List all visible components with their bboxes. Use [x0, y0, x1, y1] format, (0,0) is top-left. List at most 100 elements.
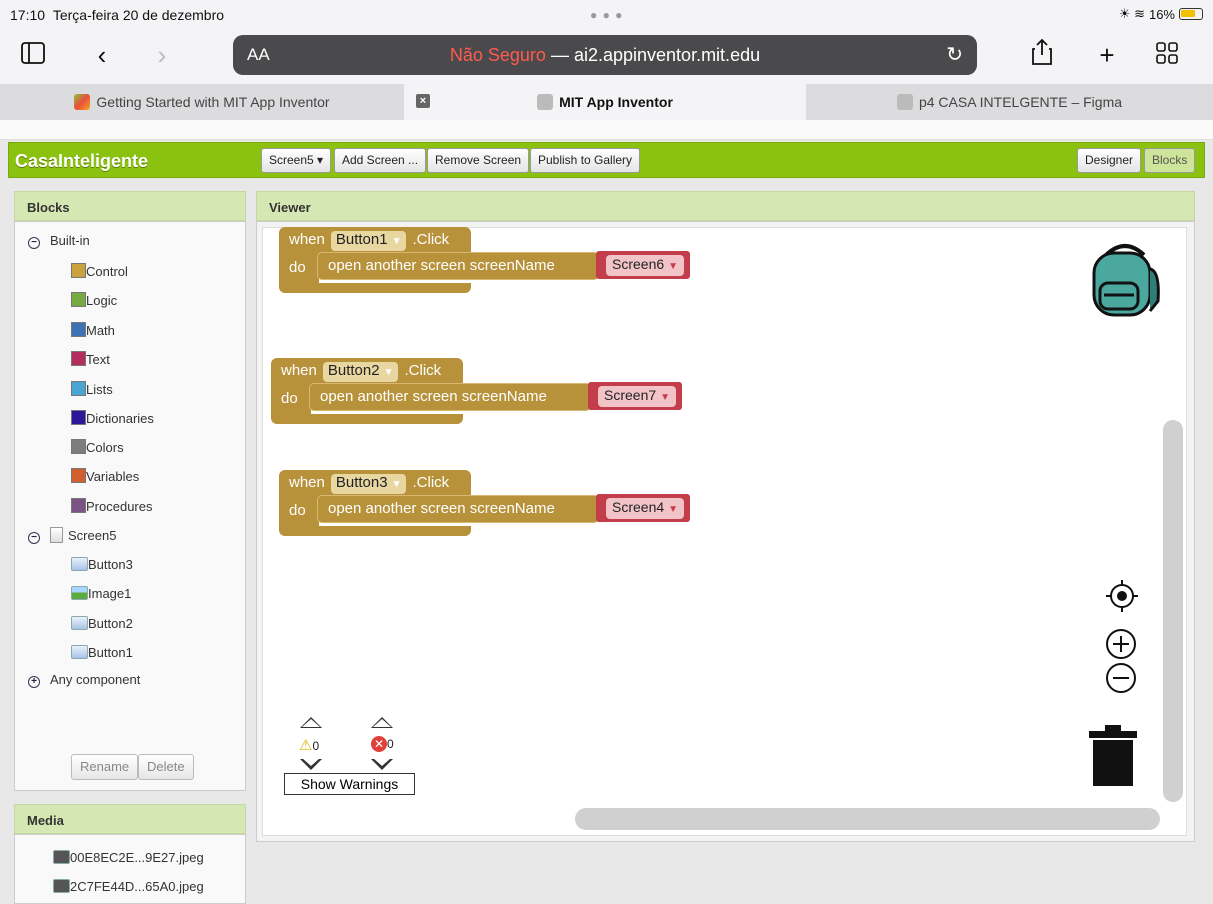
- block-category-control[interactable]: Control: [71, 262, 128, 282]
- open-another-screen-block[interactable]: open another screen screenName: [317, 252, 599, 280]
- procedures-swatch-icon: [71, 498, 86, 513]
- vertical-scrollbar[interactable]: [1163, 420, 1183, 802]
- status-bar: 17:10 Terça-feira 20 de dezembro ● ● ● ☀…: [0, 0, 1213, 30]
- tab-getting-started[interactable]: Getting Started with MIT App Inventor: [0, 84, 404, 120]
- tab-mit-app-inventor[interactable]: × MIT App Inventor: [404, 84, 806, 120]
- prev-error-icon[interactable]: [371, 717, 393, 728]
- tab-figma[interactable]: p4 CASA INTELGENTE – Figma: [806, 84, 1213, 120]
- error-counter: ✕ 0: [371, 736, 394, 752]
- status-right: ☀ ≋ 16%: [1119, 6, 1203, 22]
- button-icon: [71, 557, 88, 571]
- do-label: do: [279, 253, 319, 283]
- screen-name-block[interactable]: Screen6 ▼: [596, 251, 691, 279]
- event-header: when Button1 ▼ .Click: [279, 227, 471, 253]
- next-error-icon[interactable]: [371, 758, 393, 770]
- zoom-out-icon[interactable]: [1104, 661, 1138, 700]
- component-dropdown[interactable]: Button1 ▼: [330, 231, 407, 251]
- block-category-lists[interactable]: Lists: [71, 380, 113, 400]
- wifi-icon: ☀ ≋: [1118, 6, 1145, 21]
- media-file[interactable]: 00E8EC2E...9E27.jpeg: [53, 848, 204, 868]
- blocks-panel-header: Blocks: [14, 191, 246, 221]
- block-category-math[interactable]: Math: [71, 321, 115, 341]
- share-icon[interactable]: [1025, 38, 1059, 72]
- forward-icon[interactable]: ›: [145, 38, 179, 72]
- warning-counter: ⚠0: [299, 737, 320, 754]
- address-bar[interactable]: AA Não Seguro — ai2.appinventor.mit.edu …: [233, 35, 977, 75]
- block-category-colors[interactable]: Colors: [71, 438, 124, 458]
- show-warnings-button[interactable]: Show Warnings: [284, 773, 415, 795]
- math-swatch-icon: [71, 322, 86, 337]
- event-header: when Button2 ▼ .Click: [271, 358, 463, 384]
- screen-name-block[interactable]: Screen7 ▼: [588, 382, 683, 410]
- block-category-variables[interactable]: Variables: [71, 467, 139, 487]
- expand-icon[interactable]: +: [28, 676, 40, 688]
- browser-toolbar: ‹ › AA Não Seguro — ai2.appinventor.mit.…: [0, 30, 1213, 84]
- battery-percent: 16%: [1148, 6, 1175, 22]
- screen-dropdown[interactable]: Screen6 ▼: [606, 255, 685, 276]
- component-image1[interactable]: Image1: [71, 584, 131, 604]
- image-file-icon: [53, 850, 70, 864]
- event-footer: [271, 414, 463, 424]
- f-favicon-icon: [896, 94, 913, 110]
- any-component-node[interactable]: + Any component: [28, 670, 140, 690]
- block-category-text[interactable]: Text: [71, 350, 110, 370]
- block-category-dictionaries[interactable]: Dictionaries: [71, 409, 154, 429]
- multitask-dots-icon[interactable]: ● ● ●: [590, 8, 623, 22]
- screen-name-block[interactable]: Screen4 ▼: [596, 494, 691, 522]
- back-icon[interactable]: ‹: [85, 38, 119, 72]
- component-button1[interactable]: Button1: [71, 643, 133, 663]
- delete-button[interactable]: Delete: [138, 754, 194, 780]
- app-inventor-favicon-icon: [74, 94, 91, 110]
- component-button3[interactable]: Button3: [71, 555, 133, 575]
- recenter-icon[interactable]: [1105, 579, 1139, 618]
- next-warning-icon[interactable]: [300, 758, 322, 770]
- prev-warning-icon[interactable]: [300, 717, 322, 728]
- screen-node[interactable]: − Screen5: [28, 526, 116, 546]
- screen-dropdown[interactable]: Screen7 ▼: [598, 386, 677, 407]
- error-icon: ✕: [371, 736, 387, 752]
- builtin-node[interactable]: − Built-in: [28, 231, 90, 251]
- horizontal-scrollbar[interactable]: [575, 808, 1160, 830]
- image-file-icon: [53, 879, 70, 893]
- close-tab-icon[interactable]: ×: [416, 94, 430, 108]
- app-inventor-bar: CasaInteligente Screen5 ▾ Add Screen ...…: [8, 142, 1205, 178]
- blocks-button[interactable]: Blocks: [1144, 148, 1196, 173]
- event-footer: [279, 526, 471, 536]
- screen-selector[interactable]: Screen5 ▾: [261, 148, 332, 173]
- add-screen-button[interactable]: Add Screen ...: [334, 148, 427, 173]
- sidebar-icon[interactable]: [16, 38, 50, 72]
- block-category-procedures[interactable]: Procedures: [71, 497, 152, 517]
- publish-gallery-button[interactable]: Publish to Gallery: [530, 148, 641, 173]
- variables-swatch-icon: [71, 468, 86, 483]
- screen-dropdown[interactable]: Screen4 ▼: [606, 498, 685, 519]
- page-top-strip: [0, 120, 1213, 140]
- button-icon: [71, 645, 88, 659]
- component-dropdown[interactable]: Button3 ▼: [330, 474, 407, 494]
- battery-icon: [1179, 8, 1203, 20]
- component-button2[interactable]: Button2: [71, 614, 133, 634]
- tab-overview-icon[interactable]: [1150, 38, 1184, 72]
- text-swatch-icon: [71, 351, 86, 366]
- open-another-screen-block[interactable]: open another screen screenName: [309, 383, 591, 411]
- event-footer: [279, 283, 471, 293]
- component-dropdown[interactable]: Button2 ▼: [322, 362, 399, 382]
- collapse-icon[interactable]: −: [28, 237, 40, 249]
- new-tab-icon[interactable]: +: [1090, 38, 1124, 72]
- colors-swatch-icon: [71, 439, 86, 454]
- control-swatch-icon: [71, 263, 86, 278]
- viewer-panel-header: Viewer: [256, 191, 1195, 221]
- media-file[interactable]: 2C7FE44D...65A0.jpeg: [53, 877, 204, 897]
- dictionaries-swatch-icon: [71, 410, 86, 425]
- button-icon: [71, 616, 88, 630]
- collapse-icon[interactable]: −: [28, 532, 40, 544]
- trash-icon[interactable]: [1089, 725, 1137, 792]
- block-category-logic[interactable]: Logic: [71, 291, 117, 311]
- rename-button[interactable]: Rename: [71, 754, 139, 780]
- project-name: CasaInteligente: [15, 151, 149, 171]
- backpack-icon[interactable]: [1088, 241, 1162, 322]
- reload-icon[interactable]: ↻: [946, 42, 963, 67]
- event-header: when Button3 ▼ .Click: [279, 470, 471, 496]
- remove-screen-button[interactable]: Remove Screen: [427, 148, 530, 173]
- designer-button[interactable]: Designer: [1077, 148, 1142, 173]
- open-another-screen-block[interactable]: open another screen screenName: [317, 495, 599, 523]
